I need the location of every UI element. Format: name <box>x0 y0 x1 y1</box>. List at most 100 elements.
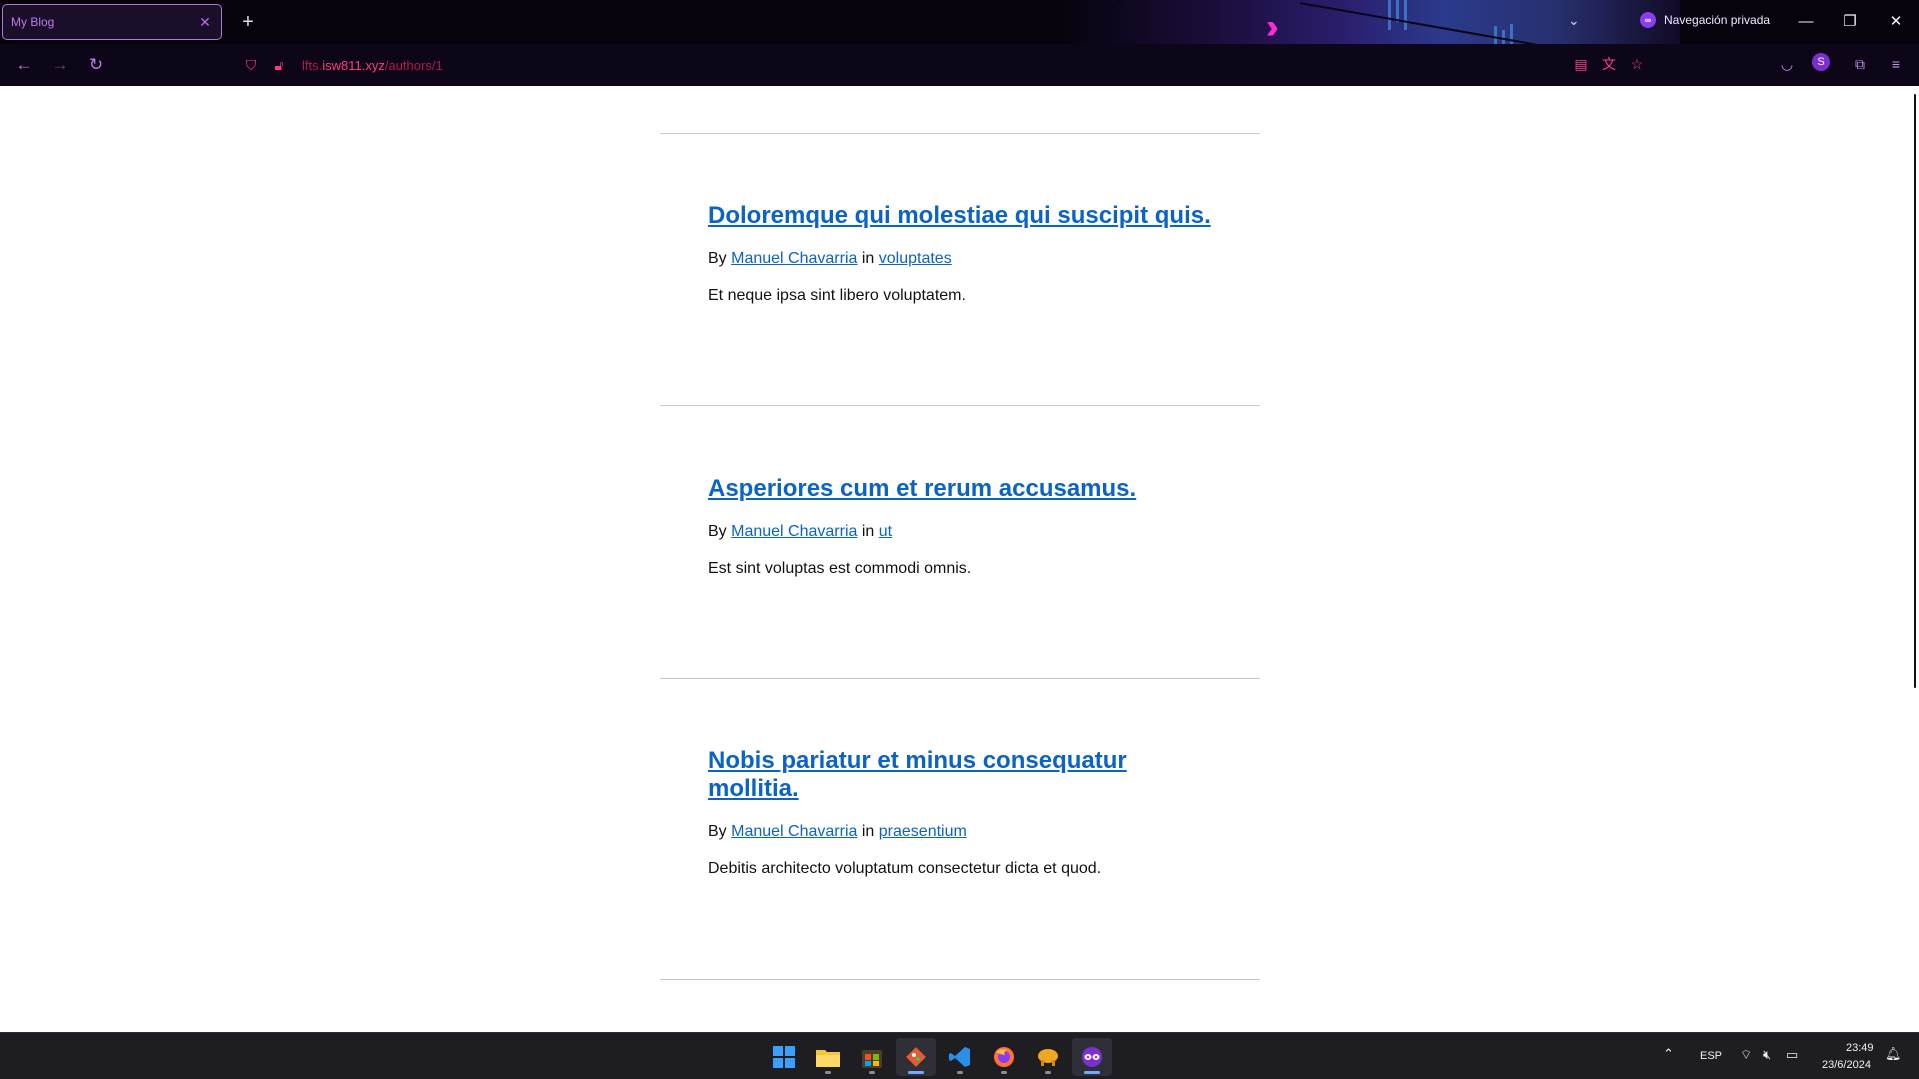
connection-lock-icon[interactable]: 🔓︎ <box>268 57 290 74</box>
post-byline: By Manuel Chavarria in praesentium <box>708 823 1268 841</box>
pocket-icon[interactable]: ◡ <box>1776 53 1798 75</box>
theme-art-stripe <box>1494 26 1497 44</box>
post-excerpt: Debitis architecto voluptatum consectetu… <box>708 860 1102 877</box>
author-link[interactable]: Manuel Chavarria <box>731 250 857 267</box>
byline-in-label: in <box>861 523 875 540</box>
author-link[interactable]: Manuel Chavarria <box>731 523 857 540</box>
tableplus-icon <box>1038 1049 1058 1066</box>
private-browsing-indicator: ∞ Navegación privada <box>1640 12 1770 28</box>
file-explorer-icon <box>816 1050 840 1067</box>
author-link[interactable]: Manuel Chavarria <box>731 823 857 840</box>
byline-by-label: By <box>708 823 727 840</box>
post-title-line: mollitia. <box>708 775 799 802</box>
post-excerpt: Est sint voluptas est commodi omnis. <box>708 560 972 577</box>
file-explorer-button[interactable] <box>808 1038 848 1076</box>
browser-theme-artwork <box>1060 0 1680 44</box>
translate-icon[interactable]: 文 <box>1598 53 1620 75</box>
list-all-tabs-icon[interactable]: ⌄ <box>1568 12 1580 29</box>
post-excerpt: Et neque ipsa sint libero voluptatem. <box>708 287 966 304</box>
post-divider <box>660 979 1260 980</box>
wifi-icon[interactable]: ⌔ <box>1740 1047 1752 1063</box>
category-link[interactable]: praesentium <box>879 823 967 840</box>
forward-arrow-icon[interactable]: → <box>48 53 72 77</box>
new-tab-button[interactable]: + <box>236 10 260 34</box>
private-browsing-label: Navegación privada <box>1664 13 1771 27</box>
running-indicator <box>1045 1071 1051 1074</box>
reader-view-icon[interactable]: ▤ <box>1570 53 1592 75</box>
byline-by-label: By <box>708 523 727 540</box>
page-viewport: Doloremque qui molestiae qui suscipit qu… <box>0 86 1911 1032</box>
theme-art-stripe <box>1388 0 1391 30</box>
windows-start-button[interactable] <box>764 1038 804 1076</box>
tracking-shield-icon[interactable]: ⛉ <box>240 57 262 74</box>
browser-nav-bar: ← → ↻ ⛉ 🔓︎ lfts.isw811.xyz/authors/1 ▤ 文… <box>0 44 1919 86</box>
app-store-button[interactable] <box>852 1038 892 1076</box>
vscode-icon <box>949 1047 970 1067</box>
byline-in-label: in <box>861 823 875 840</box>
git-icon <box>906 1047 926 1067</box>
post-divider <box>660 405 1260 406</box>
tab-my-blog[interactable]: My Blog ✕ <box>2 4 222 40</box>
back-arrow-icon[interactable]: ← <box>12 53 36 77</box>
url-prefix: lfts. <box>302 57 323 73</box>
private-mask-icon: ∞ <box>1640 12 1656 28</box>
window-close-button[interactable]: ✕ <box>1884 10 1908 34</box>
post-byline: By Manuel Chavarria in voluptates <box>708 250 1268 268</box>
running-indicator <box>1001 1071 1007 1074</box>
url-text[interactable]: lfts.isw811.xyz/authors/1 <box>302 58 443 73</box>
post-title-line: Nobis pariatur et minus consequatur <box>708 747 1127 774</box>
extensions-puzzle-icon[interactable]: ⧉ <box>1849 53 1871 75</box>
theme-chevron-icon: ›› <box>1266 8 1278 44</box>
browser-tab-bar: My Blog ✕ + ›› ⌄ ∞ Navegación privada — … <box>0 0 1919 44</box>
window-minimize-button[interactable]: — <box>1794 10 1818 34</box>
tableplus-button[interactable] <box>1028 1038 1068 1076</box>
show-hidden-icons-chevron-icon[interactable]: ⌃ <box>1663 1046 1674 1062</box>
running-indicator <box>957 1071 963 1074</box>
profile-letter: S <box>1812 53 1830 71</box>
firefox-private-icon <box>1082 1047 1102 1067</box>
window-restore-button[interactable]: ❐ <box>1838 10 1862 34</box>
address-bar[interactable]: ⛉ 🔓︎ lfts.isw811.xyz/authors/1 <box>232 49 1682 81</box>
bookmark-star-icon[interactable]: ☆ <box>1626 53 1648 75</box>
clock-date[interactable]: 23/6/2024 <box>1822 1059 1871 1071</box>
byline-by-label: By <box>708 250 727 267</box>
input-language[interactable]: ESP <box>1700 1050 1722 1062</box>
post-card: Doloremque qui molestiae qui suscipit qu… <box>708 202 1268 305</box>
running-indicator <box>908 1071 924 1074</box>
profile-avatar-icon[interactable]: S <box>1812 53 1834 75</box>
app-menu-icon[interactable]: ≡ <box>1885 53 1907 75</box>
post-title-link[interactable]: Nobis pariatur et minus consequatur molli… <box>708 747 1268 803</box>
post-card: Asperiores cum et rerum accusamus. By Ma… <box>708 475 1268 578</box>
url-path: /authors/1 <box>384 57 443 73</box>
running-indicator <box>825 1071 831 1074</box>
battery-icon[interactable]: ▭ <box>1786 1047 1798 1063</box>
post-card: Nobis pariatur et minus consequatur molli… <box>708 747 1268 878</box>
post-title-link[interactable]: Asperiores cum et rerum accusamus. <box>708 475 1268 503</box>
url-host: isw811.xyz <box>322 57 385 73</box>
tab-title: My Blog <box>11 15 55 29</box>
windows-start-icon <box>773 1046 795 1068</box>
reload-icon[interactable]: ↻ <box>84 53 108 77</box>
byline-in-label: in <box>861 250 875 267</box>
category-link[interactable]: voluptates <box>879 250 952 267</box>
notifications-bell-icon[interactable]: 🔔︎ <box>1885 1046 1902 1062</box>
scrollbar-thumb[interactable] <box>1914 94 1916 688</box>
firefox-private-button[interactable] <box>1072 1038 1112 1076</box>
clock-time[interactable]: 23:49 <box>1846 1042 1874 1054</box>
volume-muted-icon[interactable]: 🔇︎ <box>1763 1047 1771 1063</box>
windows-taskbar: ⌃ ESP ⌔ 🔇︎ ▭ 23:49 23/6/2024 🔔︎ <box>0 1032 1919 1079</box>
page-scrollbar[interactable] <box>1911 86 1919 1032</box>
post-divider <box>660 133 1260 134</box>
vscode-button[interactable] <box>940 1038 980 1076</box>
firefox-icon <box>994 1047 1014 1067</box>
post-title-link[interactable]: Doloremque qui molestiae qui suscipit qu… <box>708 202 1268 230</box>
category-link[interactable]: ut <box>879 523 892 540</box>
post-divider <box>660 678 1260 679</box>
post-byline: By Manuel Chavarria in ut <box>708 523 1268 541</box>
tab-close-icon[interactable]: ✕ <box>197 14 213 31</box>
running-indicator <box>869 1071 875 1074</box>
running-indicator <box>1084 1071 1100 1074</box>
firefox-button[interactable] <box>984 1038 1024 1076</box>
git-client-button[interactable] <box>896 1038 936 1076</box>
theme-art-stripe <box>1404 0 1407 30</box>
